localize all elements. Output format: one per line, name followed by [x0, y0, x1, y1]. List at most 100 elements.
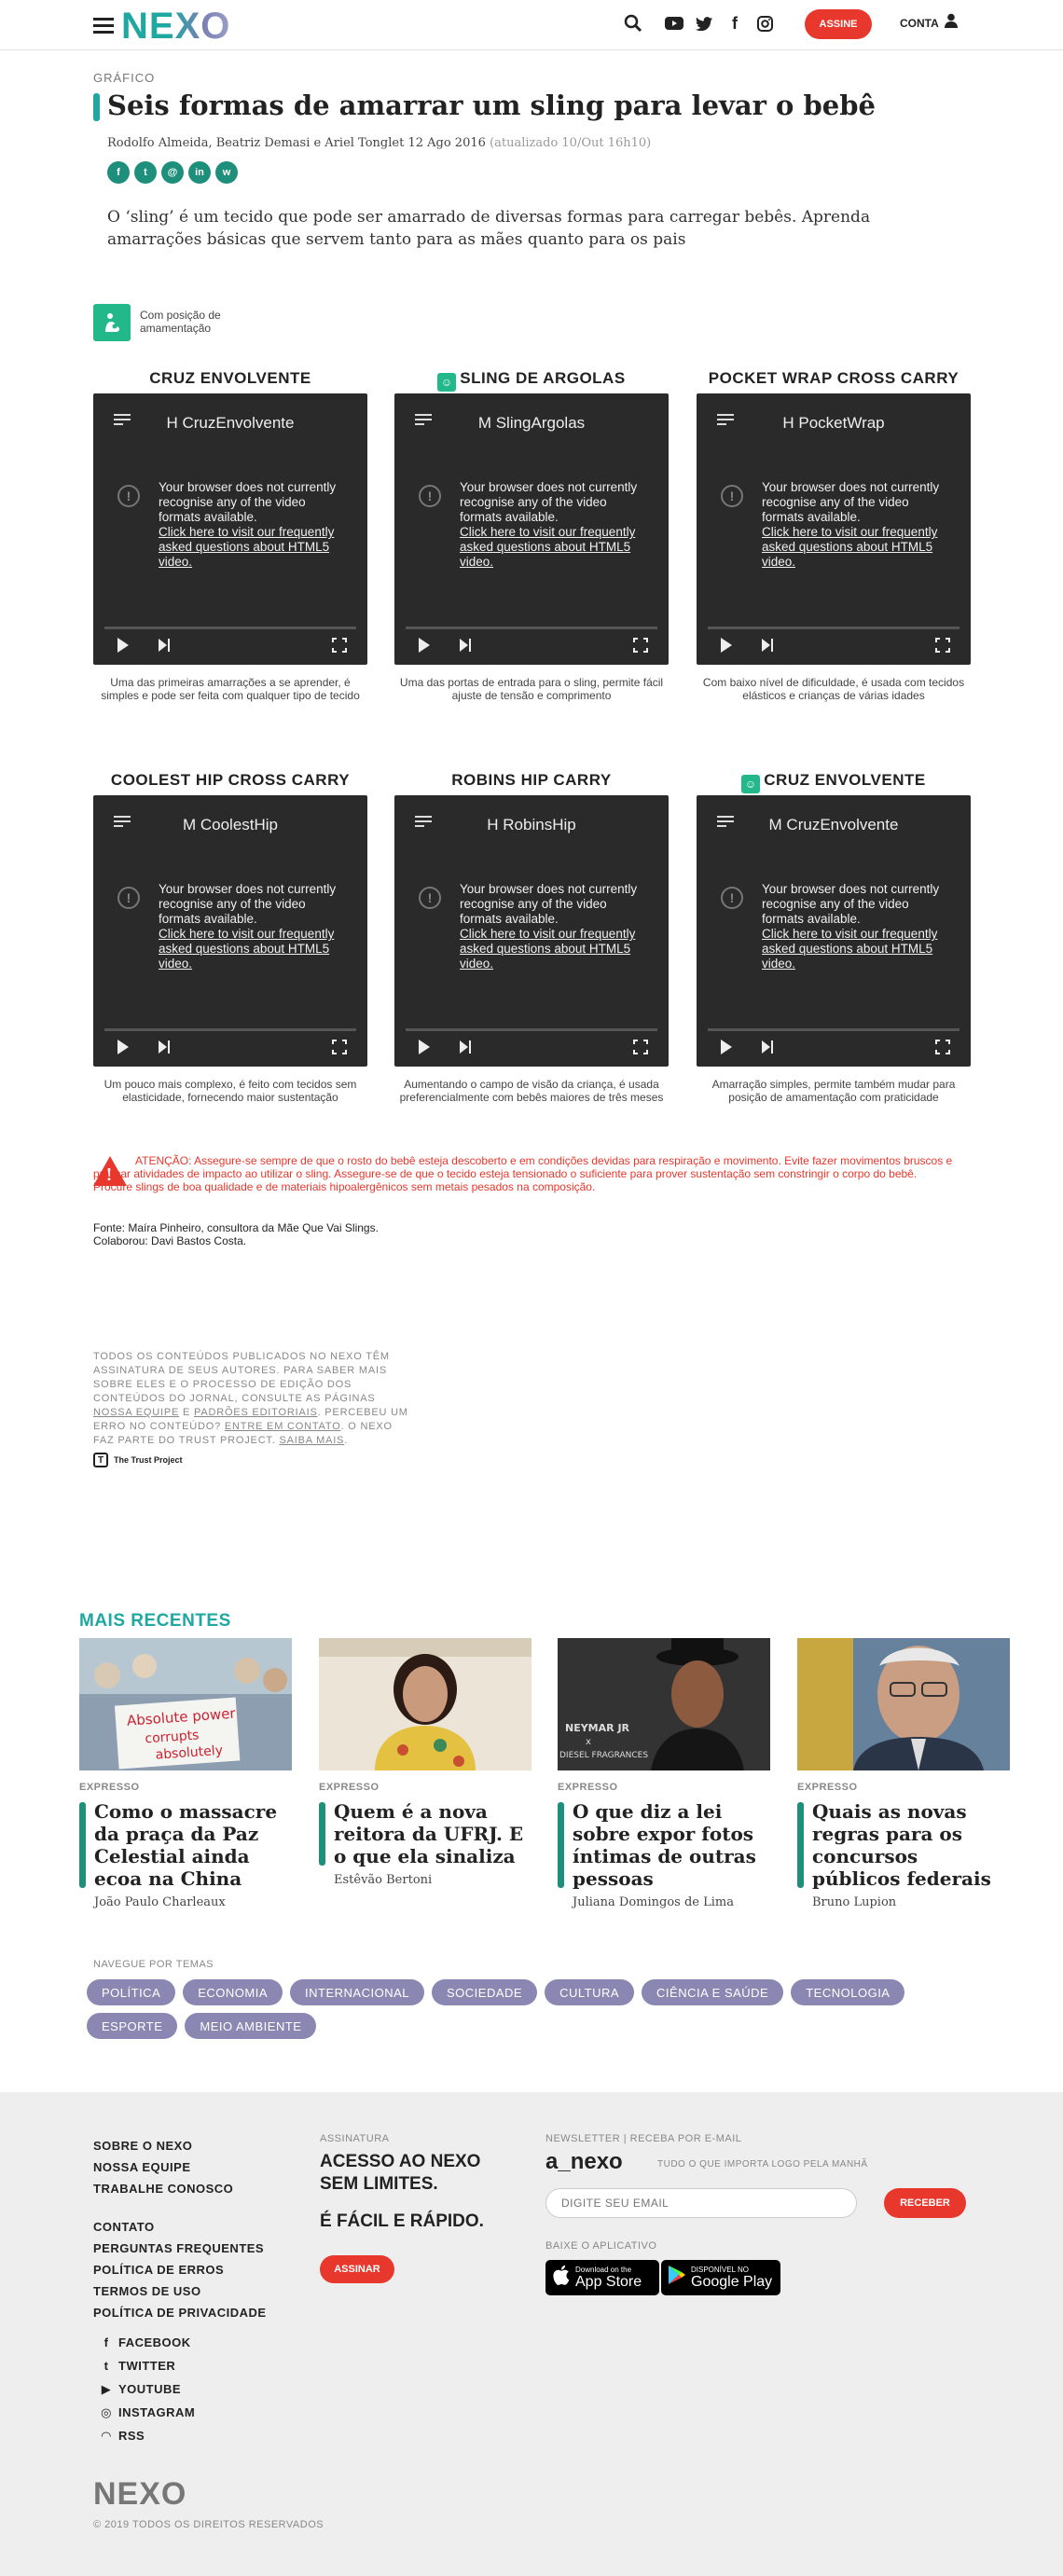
footer-link[interactable]: TRABALHE CONOSCO — [93, 2178, 267, 2199]
footer-link[interactable]: PERGUNTAS FREQUENTES — [93, 2238, 267, 2259]
video-player[interactable]: H CruzEnvolvente! Your browser does not c… — [93, 393, 367, 665]
fullscreen-icon[interactable] — [633, 638, 648, 653]
fullscreen-icon[interactable] — [332, 1040, 347, 1054]
social-link-instagram[interactable]: ◎ INSTAGRAM — [98, 2401, 195, 2424]
topic-tag[interactable]: ECONOMIA — [183, 1979, 283, 2005]
html5-faq-link[interactable]: Click here to visit our frequently asked… — [159, 927, 350, 971]
topic-tag[interactable]: SOCIEDADE — [432, 1979, 538, 2005]
progress-bar[interactable] — [406, 627, 657, 629]
contact-link[interactable]: Entre em contato — [225, 1421, 341, 1432]
recent-heading: MAIS RECENTES — [79, 1611, 231, 1631]
search-icon[interactable] — [622, 12, 644, 34]
team-link[interactable]: Nossa equipe — [93, 1407, 179, 1418]
google-play-label: Google Play — [691, 2274, 773, 2290]
fullscreen-icon[interactable] — [935, 638, 950, 653]
learn-more-link[interactable]: Saiba mais — [279, 1435, 344, 1446]
progress-bar[interactable] — [708, 1028, 959, 1031]
html5-faq-link[interactable]: Click here to visit our frequently asked… — [159, 525, 350, 570]
google-play-badge[interactable]: DISPONÍVEL NO Google Play — [661, 2260, 780, 2295]
trust-project-logo[interactable]: T The Trust Project — [93, 1453, 183, 1467]
account-link[interactable]: CONTA — [900, 17, 939, 30]
topic-tag[interactable]: INTERNACIONAL — [290, 1979, 425, 2005]
user-icon[interactable] — [945, 13, 958, 33]
topic-tag[interactable]: POLÍTICA — [87, 1979, 176, 2005]
recent-card[interactable]: EXPRESSO Quais as novas regras para os c… — [797, 1638, 1010, 1909]
fullscreen-icon[interactable] — [332, 638, 347, 653]
video-player[interactable]: M CoolestHip! Your browser does not curre… — [93, 795, 367, 1067]
recent-card[interactable]: NEYMAR JR x DIESEL FRAGRANCES EXPRESSO O… — [558, 1638, 770, 1909]
facebook-icon[interactable]: f — [724, 12, 746, 34]
play-icon[interactable] — [419, 1040, 430, 1054]
play-icon[interactable] — [117, 1040, 129, 1054]
social-link-facebook[interactable]: f FACEBOOK — [98, 2331, 195, 2354]
standards-link[interactable]: Padrões editoriais — [194, 1407, 318, 1418]
video-player[interactable]: M CruzEnvolvente! Your browser does not c… — [697, 795, 971, 1067]
footer-link[interactable]: POLÍTICA DE PRIVACIDADE — [93, 2302, 267, 2323]
skip-next-icon[interactable] — [159, 1040, 172, 1054]
facebook-icon[interactable]: f — [107, 161, 130, 184]
youtube-icon[interactable] — [663, 12, 685, 34]
recent-title[interactable]: O que diz a lei sobre expor fotos íntima… — [558, 1800, 770, 1890]
html5-faq-link[interactable]: Click here to visit our frequently asked… — [762, 927, 953, 971]
recent-title[interactable]: Quem é a nova reitora da UFRJ. E o que e… — [319, 1800, 532, 1867]
progress-bar[interactable] — [104, 1028, 356, 1031]
menu-icon[interactable] — [93, 18, 114, 34]
recent-card[interactable]: EXPRESSO Quem é a nova reitora da UFRJ. … — [319, 1638, 532, 1887]
html5-faq-link[interactable]: Click here to visit our frequently asked… — [762, 525, 953, 570]
linkedin-icon[interactable]: in — [188, 161, 211, 184]
footer-link[interactable]: SOBRE O NEXO — [93, 2135, 267, 2156]
recent-title[interactable]: Como o massacre da praça da Paz Celestia… — [79, 1800, 292, 1890]
subscribe-button[interactable]: ASSINE — [805, 9, 872, 39]
video-player-title: M SlingArgolas — [477, 414, 586, 432]
topic-tag[interactable]: ESPORTE — [87, 2013, 178, 2039]
footer-logo[interactable]: NEXO — [93, 2476, 186, 2513]
recent-photo[interactable]: Absolute power corrupts absolutely — [79, 1638, 292, 1770]
progress-bar[interactable] — [406, 1028, 657, 1031]
skip-next-icon[interactable] — [159, 639, 172, 652]
video-player[interactable]: H PocketWrap! Your browser does not curre… — [697, 393, 971, 665]
html5-faq-link[interactable]: Click here to visit our frequently asked… — [460, 927, 651, 971]
site-logo[interactable]: NEXO — [121, 6, 230, 48]
app-store-badge[interactable]: Download on the App Store — [545, 2260, 659, 2295]
topic-tag[interactable]: CIÊNCIA E SAÚDE — [642, 1979, 784, 2005]
skip-next-icon[interactable] — [762, 1040, 775, 1054]
play-icon[interactable] — [419, 638, 430, 653]
progress-bar[interactable] — [708, 627, 959, 629]
instagram-icon[interactable] — [753, 12, 776, 34]
social-link-rss[interactable]: ◠ RSS — [98, 2424, 195, 2447]
topic-tag[interactable]: MEIO AMBIENTE — [185, 2013, 317, 2039]
fullscreen-icon[interactable] — [633, 1040, 648, 1054]
newsletter-email-input[interactable] — [545, 2188, 857, 2218]
video-player[interactable]: H RobinsHip! Your browser does not curren… — [394, 795, 669, 1067]
skip-next-icon[interactable] — [762, 639, 775, 652]
recent-photo[interactable] — [319, 1638, 532, 1770]
play-icon[interactable] — [117, 638, 129, 653]
footer-link[interactable]: NOSSA EQUIPE — [93, 2156, 267, 2178]
fullscreen-icon[interactable] — [935, 1040, 950, 1054]
recent-card[interactable]: Absolute power corrupts absolutely EXPRE… — [79, 1638, 292, 1909]
share-buttons: f t @ in w — [107, 161, 238, 184]
skip-next-icon[interactable] — [460, 639, 473, 652]
video-player[interactable]: M SlingArgolas! Your browser does not cur… — [394, 393, 669, 665]
footer-link[interactable]: TERMOS DE USO — [93, 2280, 267, 2302]
recent-photo[interactable]: NEYMAR JR x DIESEL FRAGRANCES — [558, 1638, 770, 1770]
footer-link[interactable]: CONTATO — [93, 2216, 267, 2238]
html5-faq-link[interactable]: Click here to visit our frequently asked… — [460, 525, 651, 570]
topic-tag[interactable]: TECNOLOGIA — [791, 1979, 905, 2005]
footer-link[interactable]: POLÍTICA DE ERROS — [93, 2259, 267, 2280]
social-link-youtube[interactable]: ▶ YOUTUBE — [98, 2377, 195, 2401]
subscribe-footer-button[interactable]: ASSINAR — [320, 2255, 394, 2283]
topic-tag[interactable]: CULTURA — [545, 1979, 635, 2005]
email-icon[interactable]: @ — [161, 161, 184, 184]
recent-photo[interactable] — [797, 1638, 1010, 1770]
social-link-twitter[interactable]: t TWITTER — [98, 2354, 195, 2377]
play-icon[interactable] — [721, 638, 732, 653]
recent-title[interactable]: Quais as novas regras para os concursos … — [797, 1800, 1010, 1890]
twitter-icon[interactable]: t — [134, 161, 157, 184]
newsletter-submit-button[interactable]: RECEBER — [884, 2188, 966, 2218]
whatsapp-icon[interactable]: w — [215, 161, 238, 184]
progress-bar[interactable] — [104, 627, 356, 629]
skip-next-icon[interactable] — [460, 1040, 473, 1054]
twitter-icon[interactable] — [693, 12, 715, 34]
play-icon[interactable] — [721, 1040, 732, 1054]
